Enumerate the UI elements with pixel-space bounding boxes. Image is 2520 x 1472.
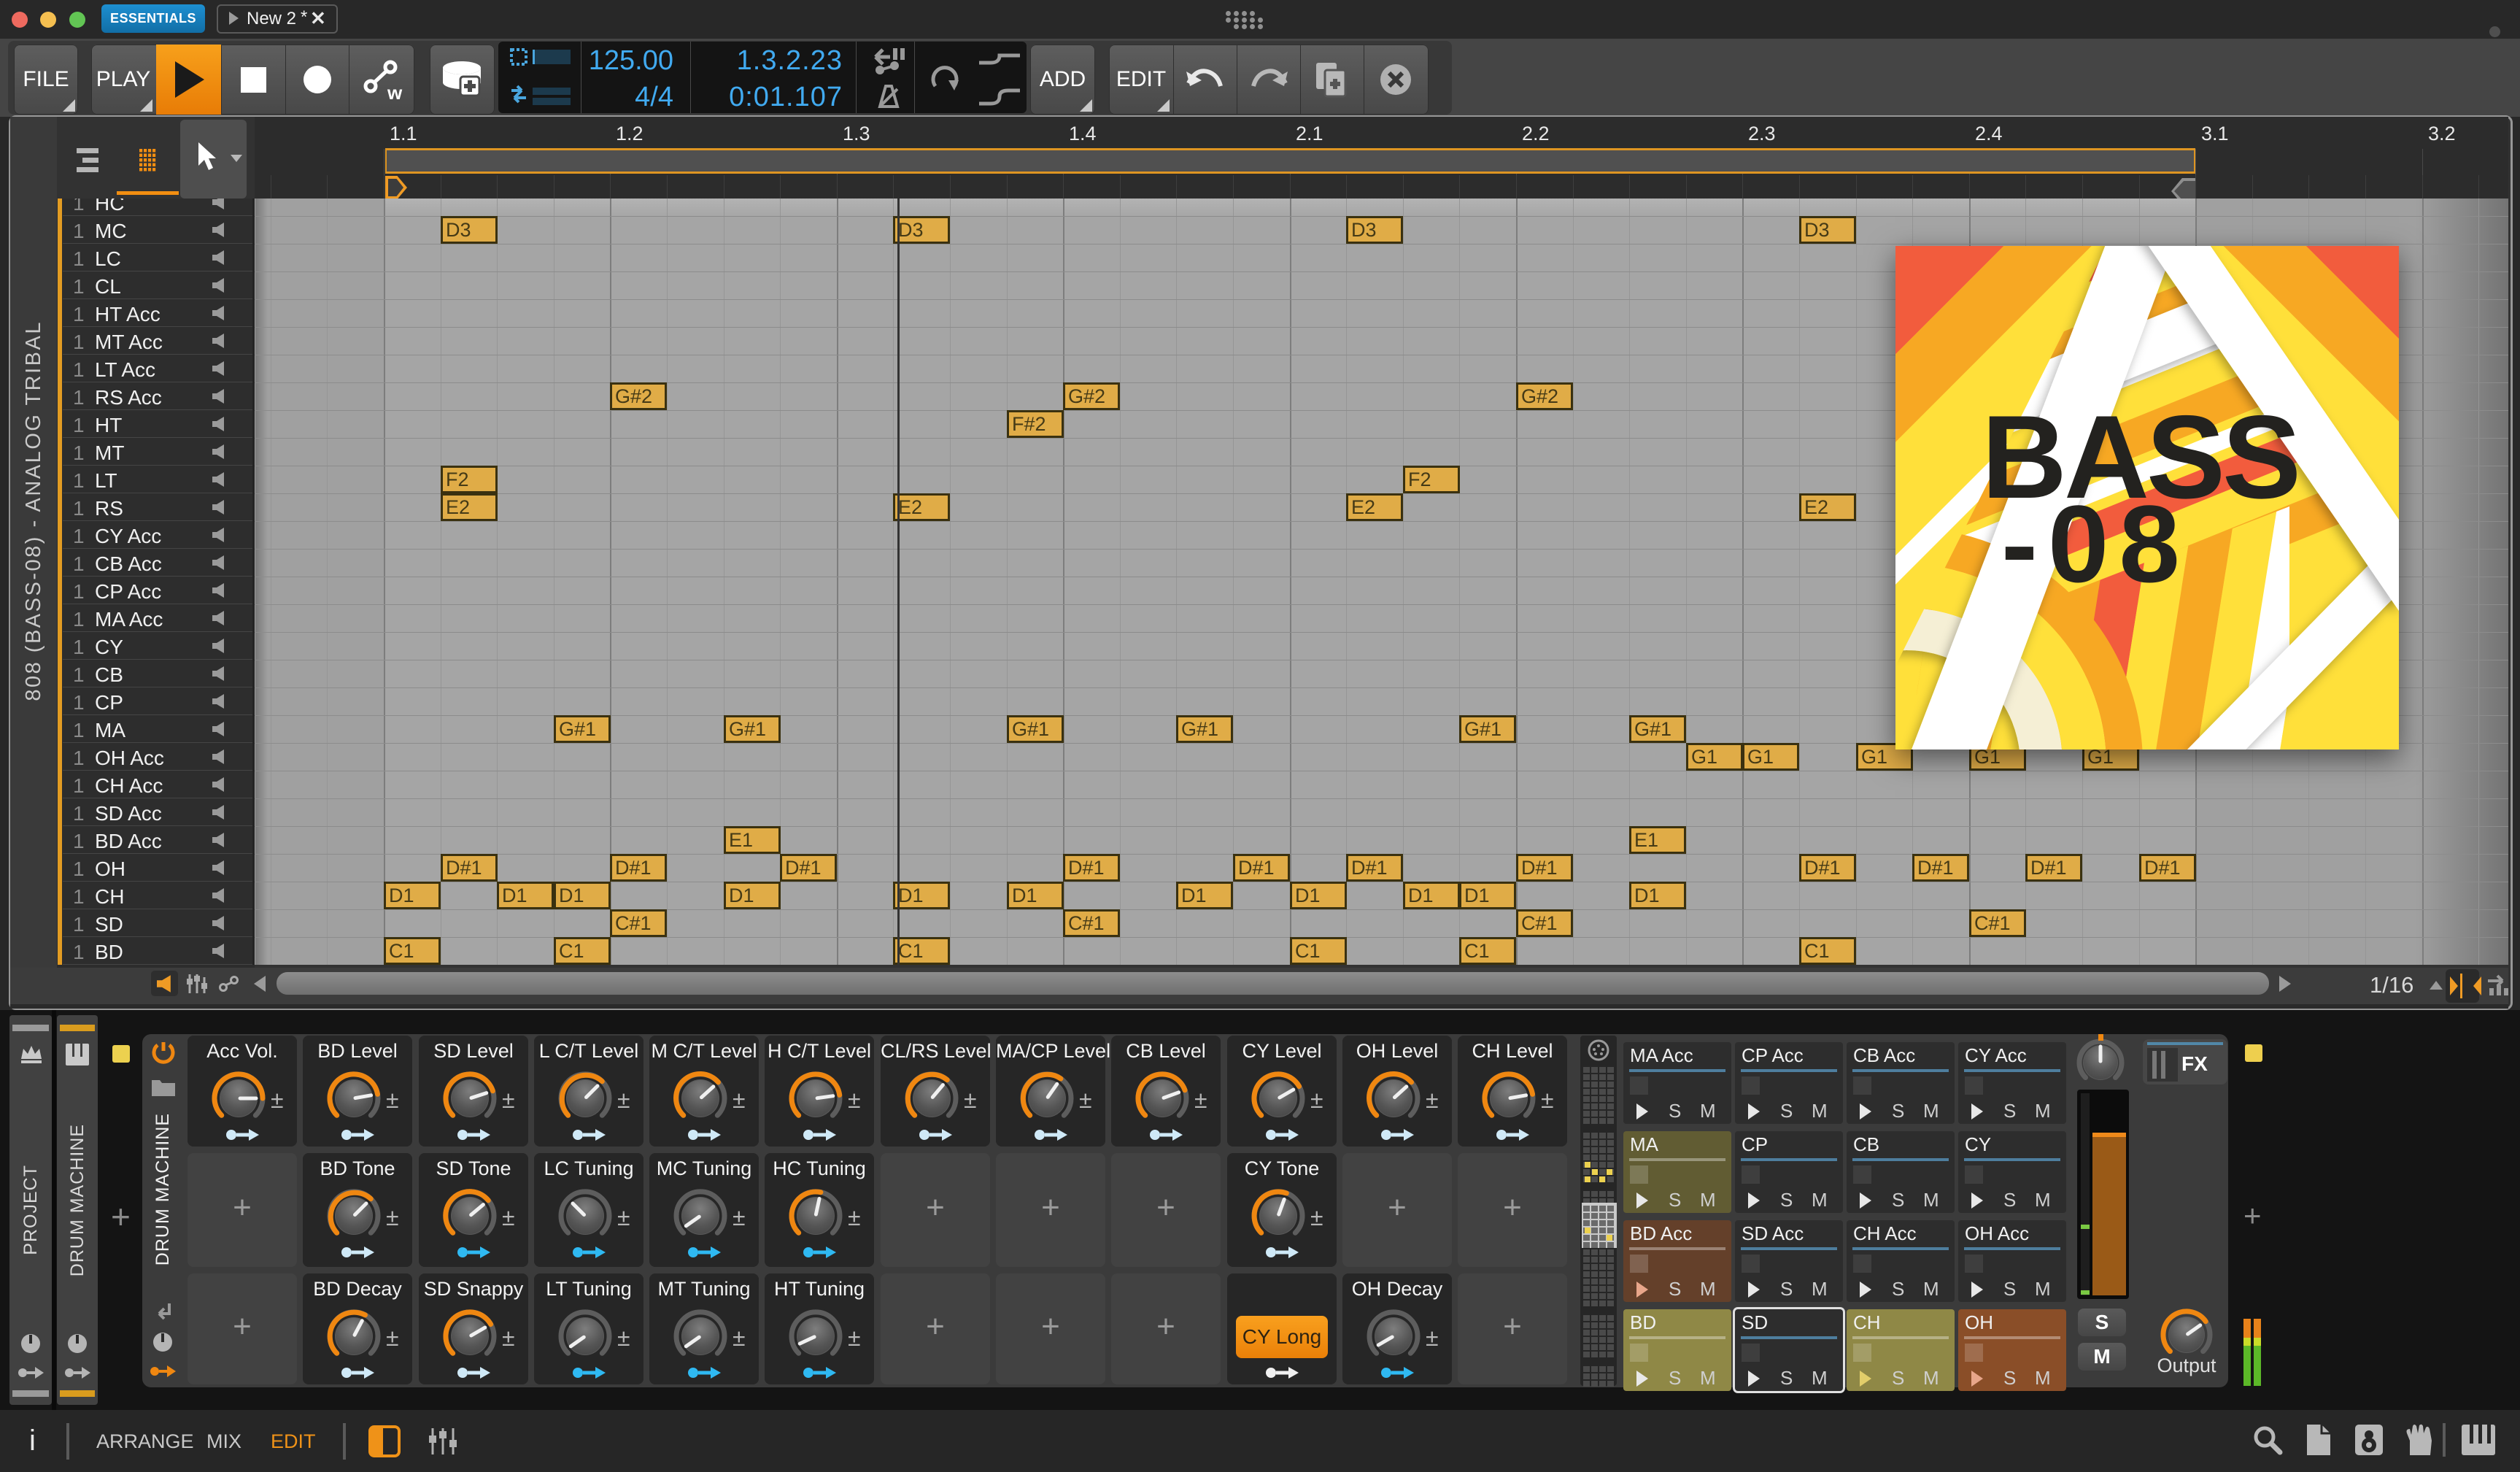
svg-text:w: w xyxy=(387,82,403,102)
svg-text:-08: -08 xyxy=(2001,482,2190,605)
